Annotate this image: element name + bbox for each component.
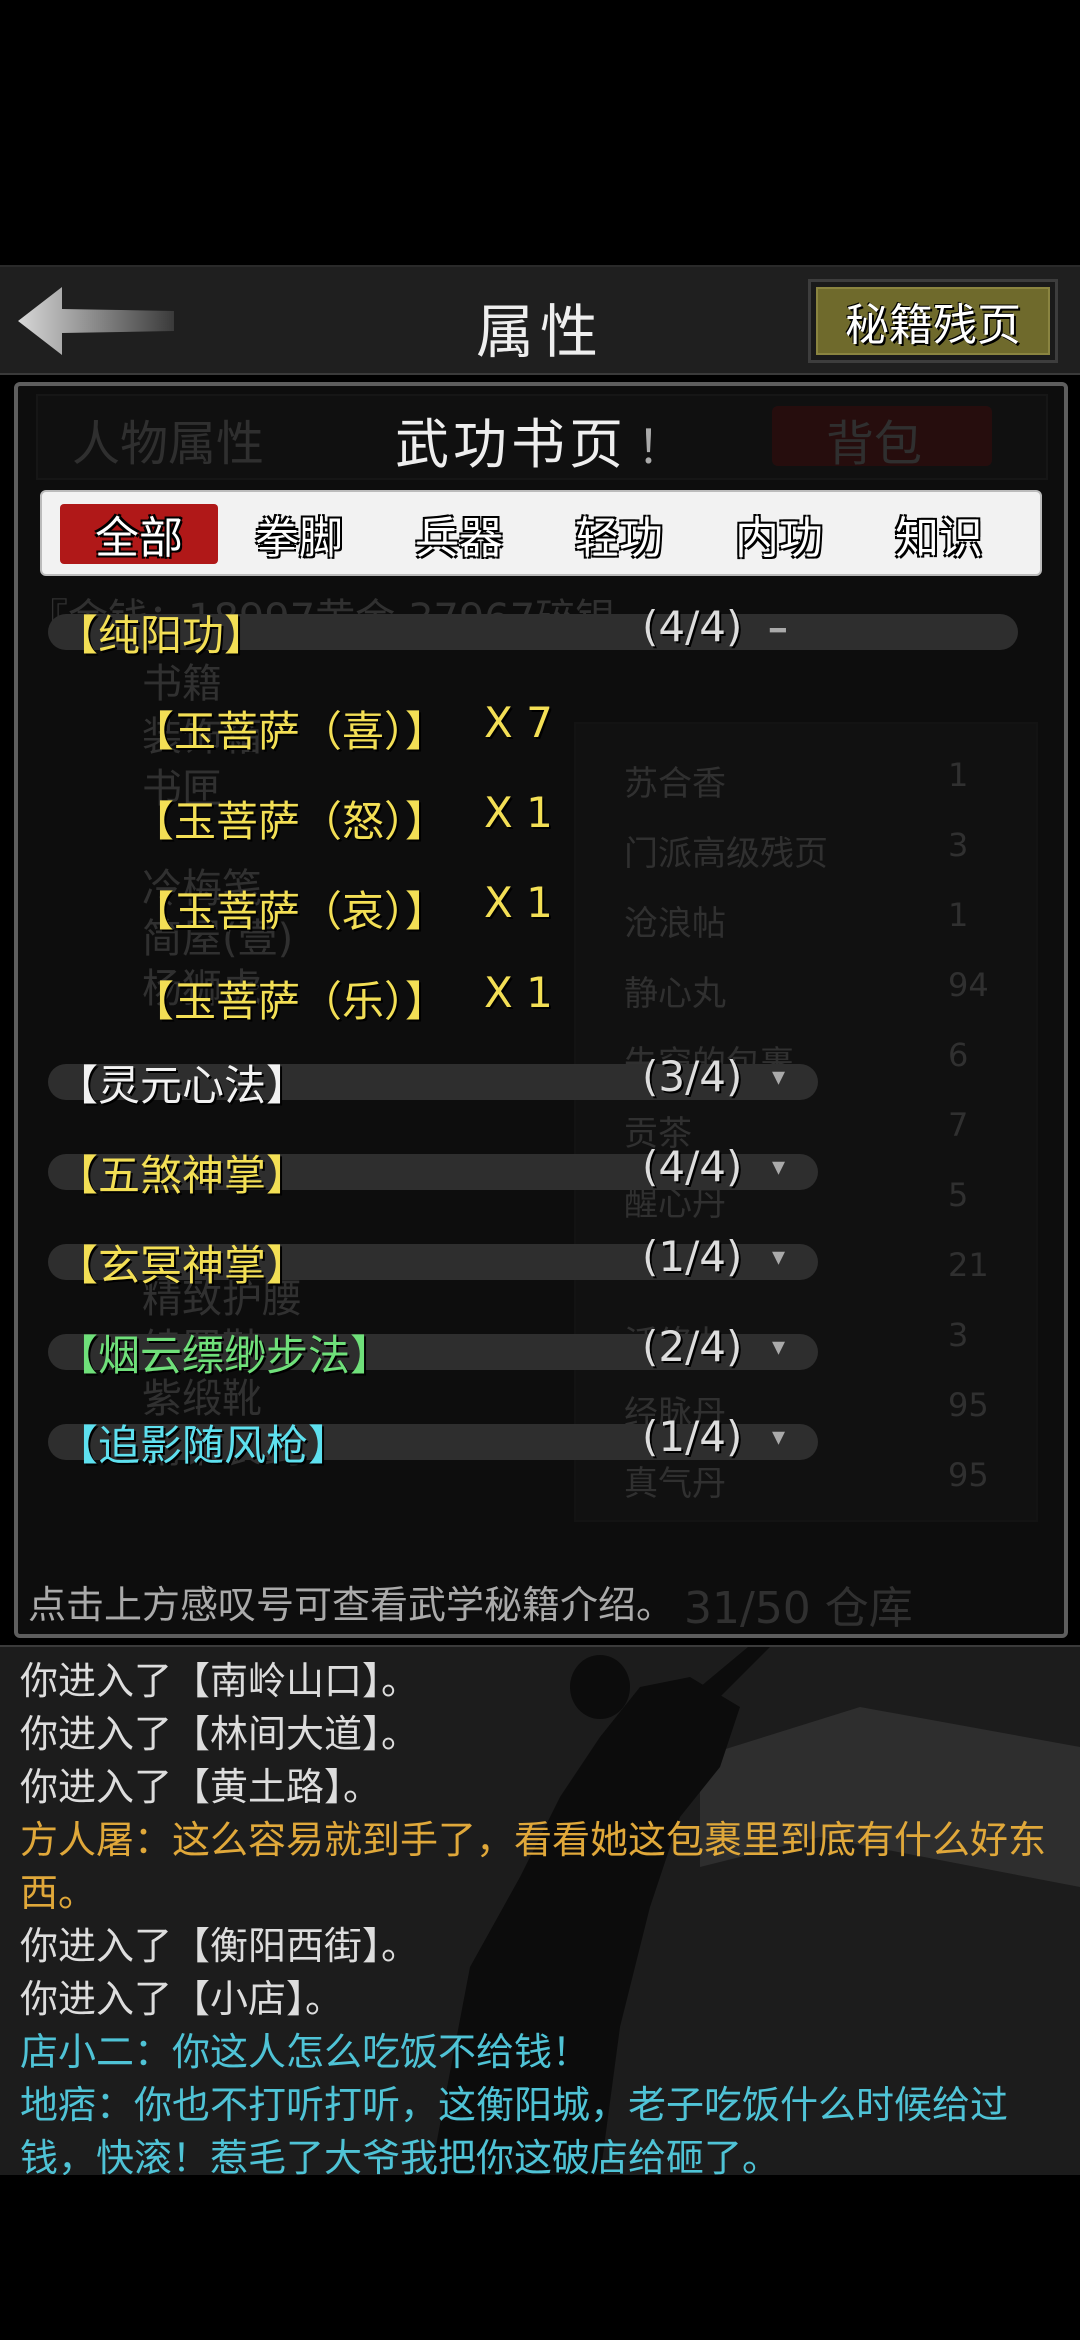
background-right-item-name: 真气丹 <box>624 1464 726 1504</box>
skill-page-item-qty: X 7 <box>484 698 553 747</box>
background-right-item-count: 3 <box>948 1316 969 1354</box>
skill-group-count: (4/4) <box>642 602 743 651</box>
skill-group-count: (3/4) <box>642 1052 743 1101</box>
chevron-down-icon[interactable]: ▾ <box>772 1332 785 1362</box>
modal-title: 武功书页！ <box>18 400 1064 479</box>
background-right-item-name: 门派高级残页 <box>624 834 828 874</box>
skill-page-item-name[interactable]: 【玉菩萨（喜）】 <box>132 698 447 759</box>
tab-weapon[interactable]: 兵器 <box>380 504 538 564</box>
background-right-item-count: 95 <box>948 1456 989 1494</box>
log-message: 你进入了【林间大道】。 <box>20 1712 420 1756</box>
skill-group-count: (4/4) <box>642 1142 743 1191</box>
skill-page-item-name[interactable]: 【玉菩萨（怒）】 <box>132 788 447 849</box>
chevron-down-icon[interactable]: ▾ <box>772 1242 785 1272</box>
background-right-item-count: 7 <box>948 1106 969 1144</box>
tab-inner[interactable]: 内功 <box>700 504 858 564</box>
log-message: 你进入了【小店】。 <box>20 1977 344 2021</box>
secret-fragments-label: 秘籍残页 <box>816 287 1050 355</box>
modal-title-text: 武功书页 <box>395 413 627 476</box>
skill-group-count: (1/4) <box>642 1232 743 1281</box>
background-right-item-count: 1 <box>948 756 969 794</box>
skill-page-item-qty: X 1 <box>484 968 553 1017</box>
background-right-item-name: 静心丸 <box>624 974 726 1014</box>
skill-page-item-qty: X 1 <box>484 878 553 927</box>
log-message: 你进入了【黄土路】。 <box>20 1765 382 1809</box>
secret-fragments-button[interactable]: 秘籍残页 <box>808 279 1058 363</box>
tab-knowledge[interactable]: 知识 <box>860 504 1018 564</box>
skill-group-count: (2/4) <box>642 1322 743 1371</box>
background-right-item-count: 6 <box>948 1036 969 1074</box>
skill-group-name: 【纯阳功】 <box>56 611 267 660</box>
skill-group-count: (1/4) <box>642 1412 743 1461</box>
tab-fist[interactable]: 拳脚 <box>220 504 378 564</box>
info-exclamation-button[interactable]: ！ <box>637 420 687 474</box>
log-message: 地痞：你也不打听打听，这衡阳城，老子吃饭什么时候给过钱，快滚！惹毛了大爷我把你这… <box>20 2083 1009 2175</box>
message-log: 你进入了【南岭山口】。 你进入了【林间大道】。 你进入了【黄土路】。方人屠：这么容易… <box>0 1645 1080 2175</box>
background-right-item-count: 1 <box>948 896 969 934</box>
hint-text: 点击上方感叹号可查看武学秘籍介绍。 <box>28 1583 675 1627</box>
log-message: 你进入了【衡阳西街】。 <box>20 1924 420 1968</box>
background-right-item-count: 5 <box>948 1176 969 1214</box>
chevron-down-icon[interactable]: ▾ <box>772 1422 785 1452</box>
chevron-down-icon[interactable]: ▾ <box>772 1152 785 1182</box>
background-right-item-count: 94 <box>948 966 989 1004</box>
log-message: 店小二：你这人怎么吃饭不给钱！ <box>20 2030 591 2074</box>
skill-page-item-name[interactable]: 【玉菩萨（哀）】 <box>132 878 447 939</box>
tab-lightness[interactable]: 轻功 <box>540 504 698 564</box>
skill-group-name: 【玄冥神掌】 <box>56 1241 309 1290</box>
background-right-item-count: 3 <box>948 826 969 864</box>
skill-group-name: 【烟云缥缈步法】 <box>56 1331 393 1380</box>
skill-page-item-name[interactable]: 【玉菩萨（乐）】 <box>132 968 447 1029</box>
background-capacity: 31/50 仓库 <box>684 1583 913 1634</box>
background-right-item-count: 95 <box>948 1386 989 1424</box>
skill-group-name: 【追影随风枪】 <box>56 1421 351 1470</box>
category-tabs: 全部 拳脚 兵器 轻功 内功 知识 <box>40 490 1042 576</box>
log-message: 方人屠：这么容易就到手了，看看她这包裹里到底有什么好东西。 <box>20 1818 1047 1915</box>
top-bar: 属性 秘籍残页 <box>0 265 1080 375</box>
minus-icon[interactable]: ━ <box>770 616 786 646</box>
skill-group-name: 【五煞神掌】 <box>56 1151 309 1200</box>
martial-pages-panel: 人物属性 背包 『金钱：18997黄金 37967碎银 书籍装饰箱书匣冷梅笺简屋… <box>14 382 1068 1638</box>
skill-page-item-qty: X 1 <box>484 788 553 837</box>
background-right-item-name: 苏合香 <box>624 764 726 804</box>
chevron-down-icon[interactable]: ▾ <box>772 1062 785 1092</box>
log-message: 你进入了【南岭山口】。 <box>20 1659 420 1703</box>
log-lines: 你进入了【南岭山口】。 你进入了【林间大道】。 你进入了【黄土路】。方人屠：这么容易… <box>20 1655 1050 2175</box>
background-right-item-name: 沧浪帖 <box>624 904 726 944</box>
background-right-item-count: 21 <box>948 1246 989 1284</box>
tab-all[interactable]: 全部 <box>60 504 218 564</box>
skill-group-name: 【灵元心法】 <box>56 1061 309 1110</box>
